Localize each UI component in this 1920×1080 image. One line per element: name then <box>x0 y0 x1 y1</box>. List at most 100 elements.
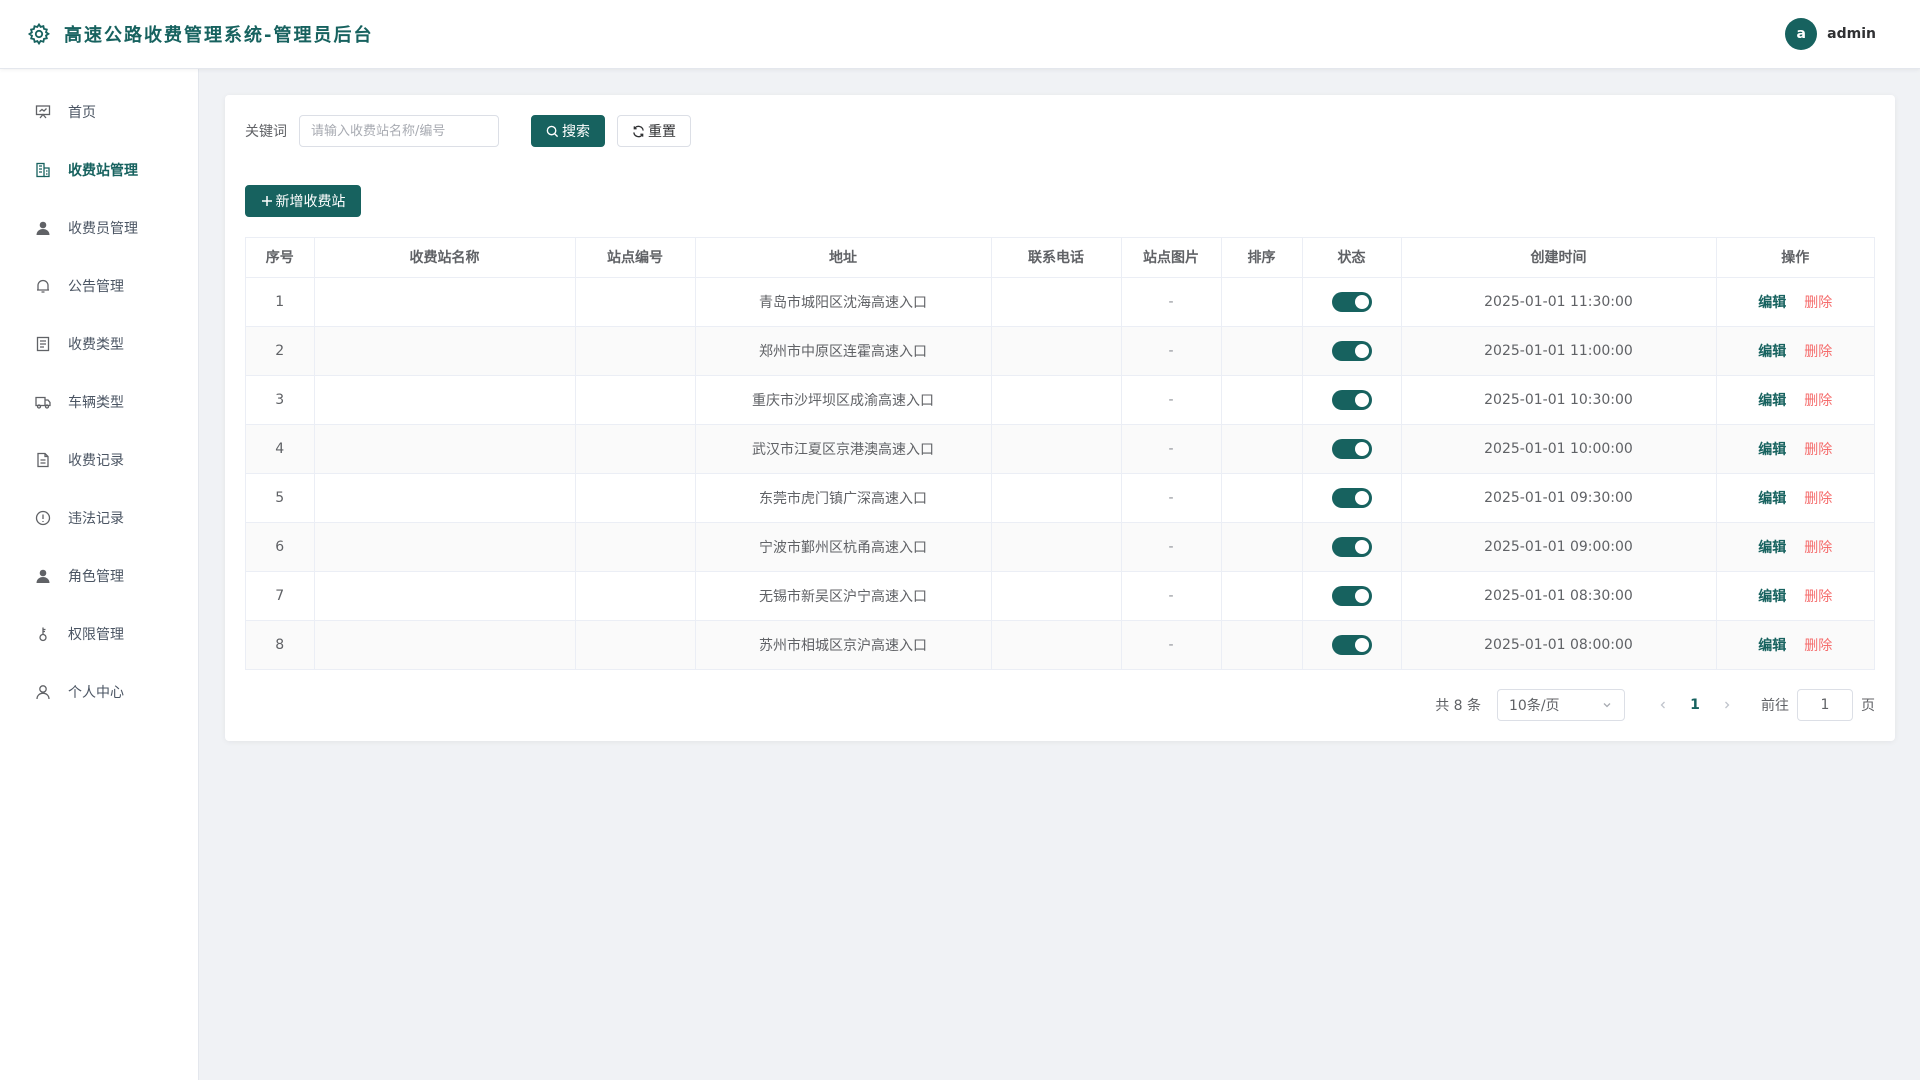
cell-index: 3 <box>246 375 315 425</box>
search-icon <box>546 125 559 137</box>
table-row: 5 东莞市虎门镇广深高速入口 - 2025-01-01 09:30:00 编辑 删… <box>246 473 1874 523</box>
status-toggle[interactable] <box>1331 585 1372 606</box>
search-button[interactable]: 搜索 <box>531 115 605 147</box>
prev-page-button[interactable] <box>1647 689 1679 721</box>
sidebar-item-collector[interactable]: 收费员管理 <box>0 199 198 257</box>
cell-code <box>575 620 696 669</box>
delete-link[interactable]: 删除 <box>1804 491 1832 507</box>
column-header: 排序 <box>1221 238 1303 278</box>
page-size-select[interactable]: 10条/页 <box>1497 689 1625 721</box>
delete-link[interactable]: 删除 <box>1804 540 1832 556</box>
avatar[interactable]: a <box>1785 18 1818 50</box>
app-title: 高速公路收费管理系统-管理员后台 <box>64 25 374 46</box>
keyword-label: 关键词 <box>245 124 287 140</box>
cell-image: - <box>1121 473 1222 523</box>
table-row: 8 苏州市相城区京沪高速入口 - 2025-01-01 08:00:00 编辑 删… <box>246 620 1874 669</box>
delete-link[interactable]: 删除 <box>1804 638 1832 654</box>
search-input[interactable] <box>299 115 499 147</box>
goto-suffix: 页 <box>1861 698 1875 714</box>
document-list-icon <box>34 335 52 353</box>
cell-created: 2025-01-01 11:00:00 <box>1401 326 1717 376</box>
cell-address: 宁波市鄞州区杭甬高速入口 <box>695 522 992 572</box>
cell-code <box>575 473 696 523</box>
delete-link[interactable]: 删除 <box>1804 393 1832 409</box>
edit-link[interactable]: 编辑 <box>1758 638 1786 654</box>
goto-label: 前往 <box>1761 698 1789 714</box>
search-bar: 关键词 搜索 重置 <box>245 115 691 147</box>
status-toggle[interactable] <box>1331 340 1372 361</box>
edit-link[interactable]: 编辑 <box>1758 589 1786 605</box>
cell-sort <box>1221 620 1303 669</box>
cell-code <box>575 522 696 572</box>
cell-name <box>314 522 576 572</box>
reset-button-label: 重置 <box>648 124 676 140</box>
column-header: 状态 <box>1302 238 1402 278</box>
cell-phone <box>991 620 1122 669</box>
status-toggle[interactable] <box>1331 536 1372 557</box>
sidebar-item-profile[interactable]: 个人中心 <box>0 663 198 721</box>
next-page-button[interactable] <box>1711 689 1743 721</box>
cell-actions: 编辑 删除 <box>1716 522 1874 572</box>
delete-link[interactable]: 删除 <box>1804 442 1832 458</box>
cell-index: 2 <box>246 326 315 376</box>
sidebar-item-role[interactable]: 角色管理 <box>0 547 198 605</box>
edit-link[interactable]: 编辑 <box>1758 344 1786 360</box>
sidebar-item-label: 收费员管理 <box>68 221 138 237</box>
top-header: 高速公路收费管理系统-管理员后台 a admin <box>0 0 1920 69</box>
reset-button[interactable]: 重置 <box>617 115 691 147</box>
status-toggle[interactable] <box>1331 487 1372 508</box>
table-header-row: 序号 收费站名称 站点编号 地址 联系电话 站点图片 排序 状态 创建时间 操作 <box>246 238 1874 278</box>
delete-link[interactable]: 删除 <box>1804 295 1832 311</box>
cell-actions: 编辑 删除 <box>1716 620 1874 669</box>
column-header: 操作 <box>1716 238 1874 278</box>
page-number-current[interactable]: 1 <box>1679 689 1711 721</box>
cell-created: 2025-01-01 09:30:00 <box>1401 473 1717 523</box>
edit-link[interactable]: 编辑 <box>1758 295 1786 311</box>
cell-actions: 编辑 删除 <box>1716 473 1874 523</box>
cell-created: 2025-01-01 11:30:00 <box>1401 277 1717 327</box>
sidebar-item-notice[interactable]: 公告管理 <box>0 257 198 315</box>
edit-link[interactable]: 编辑 <box>1758 442 1786 458</box>
goto-page-input[interactable] <box>1797 689 1853 721</box>
sidebar-item-fee-record[interactable]: 收费记录 <box>0 431 198 489</box>
delete-link[interactable]: 删除 <box>1804 589 1832 605</box>
plus-icon <box>261 196 272 206</box>
chevron-right-icon <box>1725 701 1730 709</box>
add-station-button[interactable]: 新增收费站 <box>245 185 361 217</box>
sidebar-item-permission[interactable]: 权限管理 <box>0 605 198 663</box>
sidebar-item-vehicle-type[interactable]: 车辆类型 <box>0 373 198 431</box>
edit-link[interactable]: 编辑 <box>1758 540 1786 556</box>
cell-index: 1 <box>246 277 315 327</box>
cell-name <box>314 326 576 376</box>
status-toggle[interactable] <box>1331 438 1372 459</box>
cell-address: 重庆市沙坪坝区成渝高速入口 <box>695 375 992 425</box>
cell-code <box>575 424 696 474</box>
cell-created: 2025-01-01 10:00:00 <box>1401 424 1717 474</box>
cell-code <box>575 375 696 425</box>
cell-name <box>314 375 576 425</box>
user-menu[interactable]: a admin <box>1785 18 1894 50</box>
cell-actions: 编辑 删除 <box>1716 571 1874 621</box>
sidebar-item-toll-station[interactable]: 收费站管理 <box>0 141 198 199</box>
cell-image: - <box>1121 522 1222 572</box>
status-toggle[interactable] <box>1331 634 1372 655</box>
status-toggle[interactable] <box>1331 291 1372 312</box>
sidebar-item-violation[interactable]: 违法记录 <box>0 489 198 547</box>
edit-link[interactable]: 编辑 <box>1758 491 1786 507</box>
edit-link[interactable]: 编辑 <box>1758 393 1786 409</box>
table-row: 4 武汉市江夏区京港澳高速入口 - 2025-01-01 10:00:00 编辑… <box>246 424 1874 474</box>
cell-created: 2025-01-01 08:00:00 <box>1401 620 1717 669</box>
username[interactable]: admin <box>1827 26 1876 42</box>
sidebar-item-home[interactable]: 首页 <box>0 83 198 141</box>
pagination: 共 8 条 10条/页 1 前往 页 <box>1435 689 1875 721</box>
cell-index: 7 <box>246 571 315 621</box>
status-toggle[interactable] <box>1331 389 1372 410</box>
cell-created: 2025-01-01 10:30:00 <box>1401 375 1717 425</box>
cell-image: - <box>1121 620 1222 669</box>
delete-link[interactable]: 删除 <box>1804 344 1832 360</box>
sidebar-item-fee-type[interactable]: 收费类型 <box>0 315 198 373</box>
cell-status <box>1302 620 1402 669</box>
column-header: 站点图片 <box>1121 238 1222 278</box>
user-outline-icon <box>34 683 52 701</box>
cell-phone <box>991 473 1122 523</box>
